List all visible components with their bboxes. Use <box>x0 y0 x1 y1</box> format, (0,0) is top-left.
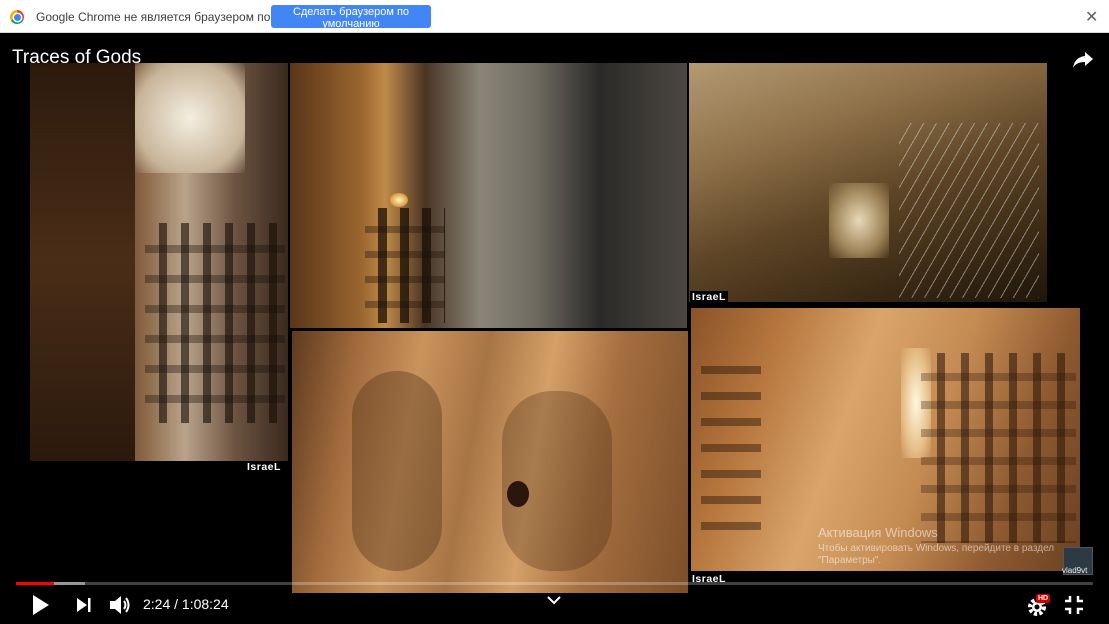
chevron-down-icon[interactable] <box>547 596 561 605</box>
israel-label: IsraeL <box>245 461 283 473</box>
progress-bar[interactable] <box>16 582 1093 585</box>
windows-activation-watermark: Активация Windows Чтобы активировать Win… <box>818 525 1078 567</box>
set-default-browser-button[interactable]: Сделать браузером по умолчанию <box>271 5 431 30</box>
watermark-subtitle: Чтобы активировать Windows, перейдите в … <box>818 543 1055 566</box>
next-icon[interactable] <box>75 596 93 614</box>
video-frame-photo-4 <box>292 331 688 593</box>
progress-played <box>16 582 55 585</box>
watermark-title: Активация Windows <box>818 525 938 540</box>
share-icon[interactable] <box>1070 47 1096 71</box>
channel-watermark-label: vlad9vt <box>1062 566 1088 575</box>
volume-icon[interactable] <box>108 594 132 616</box>
time-display: 2:24 / 1:08:24 <box>143 596 229 612</box>
exit-fullscreen-icon[interactable] <box>1064 595 1084 615</box>
current-time: 2:24 <box>143 596 171 612</box>
settings-button[interactable]: HD <box>1026 594 1054 618</box>
close-icon[interactable]: ✕ <box>1085 7 1098 27</box>
time-separator: / <box>170 596 182 612</box>
hd-badge: HD <box>1036 594 1051 603</box>
video-player[interactable]: IsraeL IsraeL IsraeL Traces of Gods Акти… <box>0 33 1109 624</box>
video-frame-photo-3 <box>689 63 1047 302</box>
video-frame-photo-2 <box>290 63 687 328</box>
video-title[interactable]: Traces of Gods <box>12 47 141 69</box>
play-icon[interactable] <box>31 594 51 616</box>
israel-label: IsraeL <box>690 291 728 303</box>
duration: 1:08:24 <box>181 596 229 612</box>
chrome-icon <box>10 10 24 24</box>
default-browser-infobar: Google Chrome не является браузером по у… <box>0 0 1109 33</box>
video-frame-photo-1 <box>30 63 288 461</box>
